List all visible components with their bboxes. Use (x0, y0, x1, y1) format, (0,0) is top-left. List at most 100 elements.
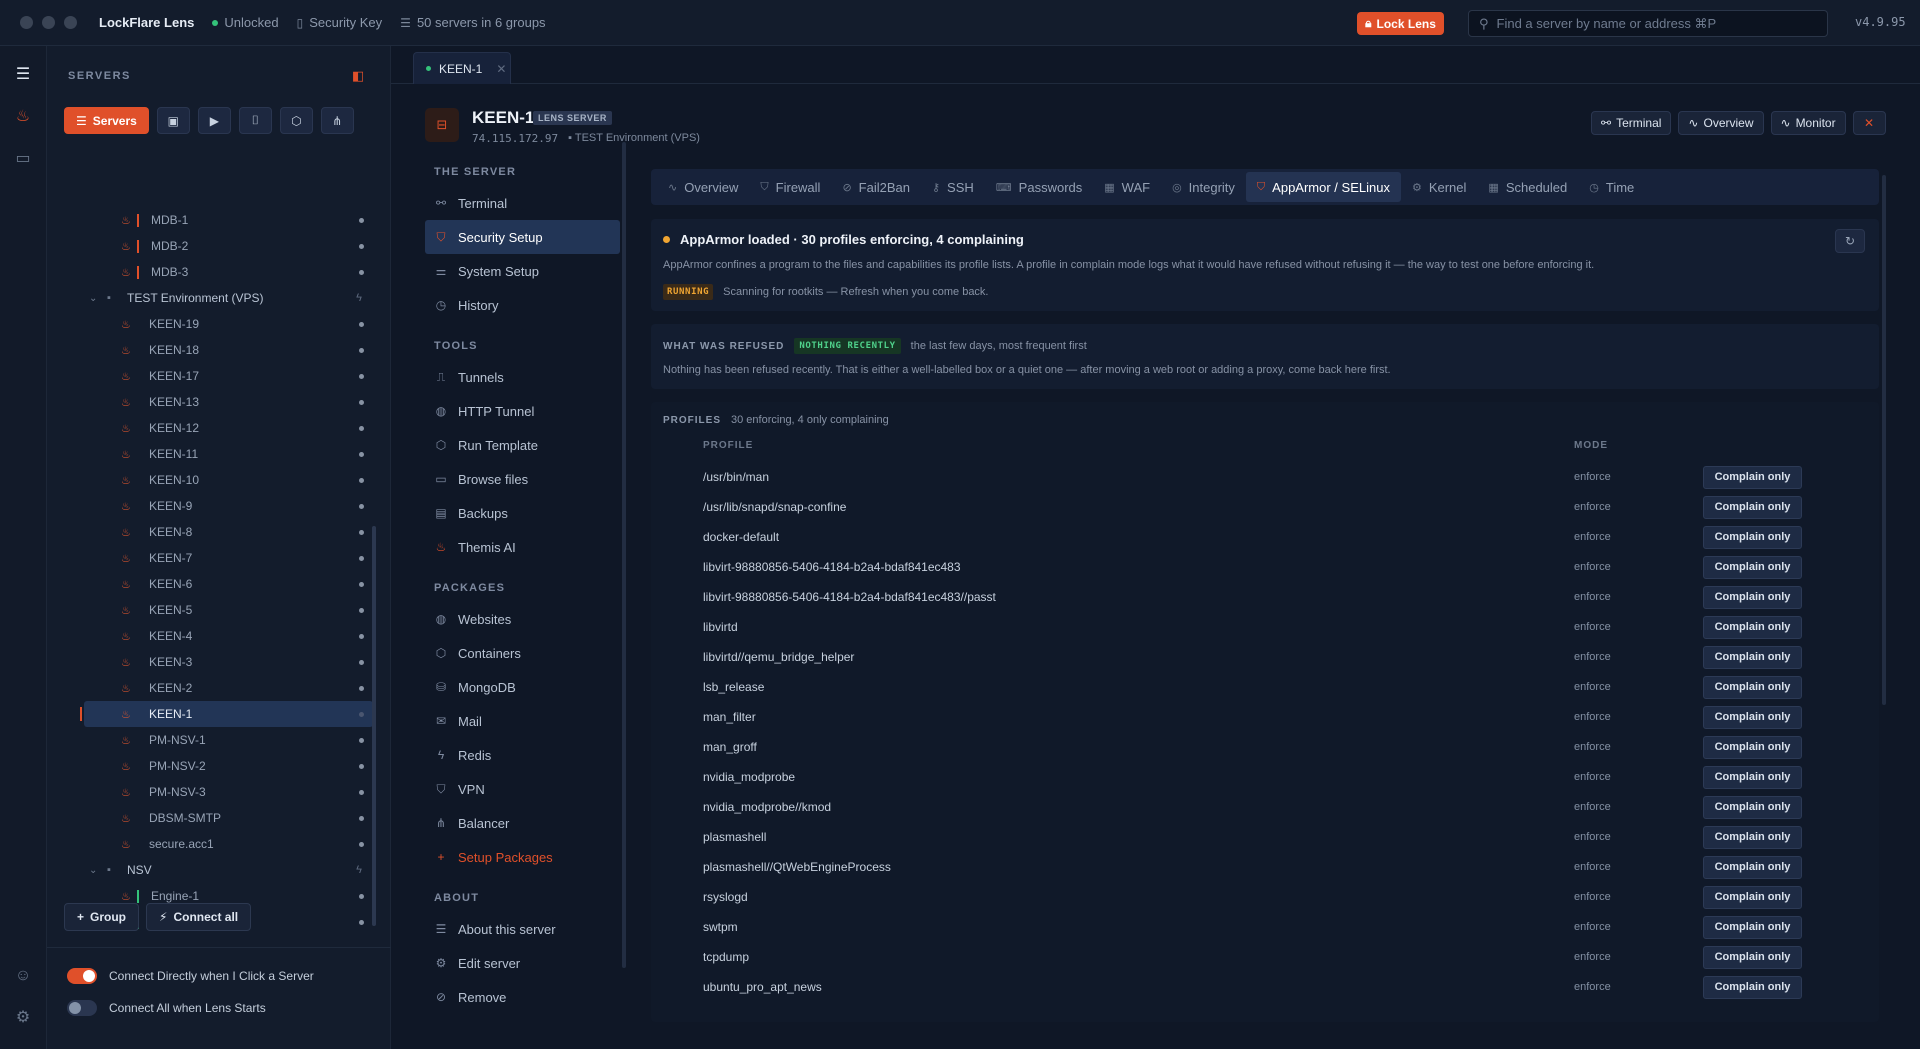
complain-only-button[interactable]: Complain only (1703, 975, 1802, 999)
subnav-item[interactable]: + Setup Packages (425, 840, 620, 874)
server-item[interactable]: ♨ KEEN-19 (84, 311, 373, 337)
server-item[interactable]: ♨ KEEN-10 (84, 467, 373, 493)
server-item[interactable]: ♨ MDB-3 (84, 259, 373, 285)
complain-only-button[interactable]: Complain only (1703, 705, 1802, 729)
subnav-item[interactable]: ⚯ Terminal (425, 186, 620, 220)
server-item[interactable]: ♨ KEEN-7 (84, 545, 373, 571)
close-window-button[interactable] (20, 16, 33, 29)
overview-button[interactable]: ∿ Overview (1678, 111, 1764, 135)
feature-tab[interactable]: ⚷ SSH (921, 172, 985, 202)
package-view-button[interactable]: ⬡ (279, 107, 313, 134)
chevron-down-icon[interactable]: ⌄ (89, 865, 107, 876)
monitor-button[interactable]: ∿ Monitor (1770, 111, 1846, 135)
complain-only-button[interactable]: Complain only (1703, 915, 1802, 939)
server-item[interactable]: ♨ secure.acc1 (84, 831, 373, 857)
complain-only-button[interactable]: Complain only (1703, 495, 1802, 519)
subnav-item[interactable]: ⚙ Edit server (425, 946, 620, 980)
complain-only-button[interactable]: Complain only (1703, 615, 1802, 639)
server-item[interactable]: ♨ KEEN-1 (80, 701, 373, 727)
feature-tab[interactable]: ◎ Integrity (1161, 172, 1246, 202)
tree-group[interactable]: ⌄ ▪ NSV ϟ (84, 857, 373, 883)
server-item[interactable]: ♨ KEEN-18 (84, 337, 373, 363)
connect-all-button[interactable]: ⚡︎ Connect all (146, 903, 252, 931)
complain-only-button[interactable]: Complain only (1703, 885, 1802, 909)
servers-view-button[interactable]: ☰ Servers (64, 107, 149, 134)
subnav-item[interactable]: ⚌ System Setup (425, 254, 620, 288)
server-item[interactable]: ♨ KEEN-3 (84, 649, 373, 675)
server-item[interactable]: ♨ DBSM-SMTP (84, 805, 373, 831)
subnav-item[interactable]: ⬡ Containers (425, 636, 620, 670)
connect-group-icon[interactable]: ϟ (356, 292, 362, 304)
topology-view-button[interactable]: ⋔ (320, 107, 354, 134)
collapse-sidebar-icon[interactable]: ◧ (352, 68, 364, 84)
server-item[interactable]: ♨ MDB-2 (84, 233, 373, 259)
sidebar-scrollbar[interactable] (372, 526, 376, 926)
flame-rail-icon[interactable]: ♨ (13, 106, 33, 126)
terminal-view-button[interactable]: ▣ (156, 107, 190, 134)
subnav-item[interactable]: ✉ Mail (425, 704, 620, 738)
server-item[interactable]: ♨ KEEN-8 (84, 519, 373, 545)
subnav-item[interactable]: ⎍ Tunnels (425, 360, 620, 394)
close-server-button[interactable]: ✕ (1852, 111, 1886, 135)
complain-only-button[interactable]: Complain only (1703, 525, 1802, 549)
subnav-item[interactable]: ◷ History (425, 288, 620, 322)
subnav-item[interactable]: ♨ Themis AI (425, 530, 620, 564)
complain-only-button[interactable]: Complain only (1703, 765, 1802, 789)
subnav-item[interactable]: ▤ Backups (425, 496, 620, 530)
complain-only-button[interactable]: Complain only (1703, 585, 1802, 609)
feature-tab[interactable]: ◷ Time (1578, 172, 1645, 202)
feature-tab[interactable]: ∿ Overview (657, 172, 749, 202)
feature-tab[interactable]: ▦ Scheduled (1477, 172, 1578, 202)
server-item[interactable]: ♨ KEEN-6 (84, 571, 373, 597)
server-item[interactable]: ♨ PM-NSV-1 (84, 727, 373, 753)
complain-only-button[interactable]: Complain only (1703, 555, 1802, 579)
complain-only-button[interactable]: Complain only (1703, 945, 1802, 969)
settings-rail-icon[interactable]: ⚙ (13, 1007, 33, 1027)
server-item[interactable]: ♨ KEEN-12 (84, 415, 373, 441)
connect-all-start-toggle[interactable] (67, 1000, 97, 1016)
play-view-button[interactable]: ▶ (197, 107, 231, 134)
feature-tab[interactable]: ⛉ Firewall (749, 172, 831, 202)
feature-tab[interactable]: ⌨ Passwords (985, 172, 1093, 202)
subnav-item[interactable]: ⬡ Run Template (425, 428, 620, 462)
connect-directly-toggle[interactable] (67, 968, 97, 984)
maximize-window-button[interactable] (64, 16, 77, 29)
subnav-item[interactable]: ▭ Browse files (425, 462, 620, 496)
connect-all-start-toggle-row[interactable]: Connect All when Lens Starts (67, 1000, 266, 1016)
minimize-window-button[interactable] (42, 16, 55, 29)
subnav-item[interactable]: ⛁ MongoDB (425, 670, 620, 704)
connect-group-icon[interactable]: ϟ (356, 864, 362, 876)
tab-keen-1[interactable]: KEEN-1 ✕ (413, 52, 511, 84)
subnav-item[interactable]: ☰ About this server (425, 912, 620, 946)
subnav-item[interactable]: ⋔ Balancer (425, 806, 620, 840)
subnav-item[interactable]: ◍ Websites (425, 602, 620, 636)
server-item[interactable]: ♨ KEEN-17 (84, 363, 373, 389)
folder-rail-icon[interactable]: ▭ (13, 148, 33, 168)
server-item[interactable]: ♨ PM-NSV-2 (84, 753, 373, 779)
close-tab-icon[interactable]: ✕ (496, 62, 506, 76)
code-view-button[interactable]: ⌷ (238, 107, 272, 134)
security-key-indicator[interactable]: ▯ Security Key (297, 15, 383, 30)
users-rail-icon[interactable]: ☺ (13, 966, 33, 986)
tree-group[interactable]: ⌄ ▪ TEST Environment (VPS) ϟ (84, 285, 373, 311)
complain-only-button[interactable]: Complain only (1703, 645, 1802, 669)
server-item[interactable]: ♨ KEEN-2 (84, 675, 373, 701)
server-item[interactable]: ♨ PM-NSV-3 (84, 779, 373, 805)
server-item[interactable]: ♨ KEEN-13 (84, 389, 373, 415)
lock-lens-button[interactable]: 🔒︎ Lock Lens (1357, 12, 1444, 35)
subnav-item[interactable]: ⛉ Security Setup (425, 220, 620, 254)
add-group-button[interactable]: + Group (64, 903, 140, 931)
complain-only-button[interactable]: Complain only (1703, 795, 1802, 819)
subnav-item[interactable]: ◍ HTTP Tunnel (425, 394, 620, 428)
feature-tab[interactable]: ▦ WAF (1093, 172, 1161, 202)
complain-only-button[interactable]: Complain only (1703, 735, 1802, 759)
complain-only-button[interactable]: Complain only (1703, 825, 1802, 849)
complain-only-button[interactable]: Complain only (1703, 855, 1802, 879)
server-item[interactable]: ♨ KEEN-9 (84, 493, 373, 519)
server-item[interactable]: ♨ KEEN-11 (84, 441, 373, 467)
feature-tab[interactable]: ⚙ Kernel (1401, 172, 1477, 202)
terminal-button[interactable]: ⚯ Terminal (1591, 111, 1672, 135)
subnav-scrollbar[interactable] (622, 142, 626, 968)
refresh-button[interactable]: ↻ (1835, 229, 1865, 253)
servers-rail-icon[interactable]: ☰ (13, 64, 33, 84)
